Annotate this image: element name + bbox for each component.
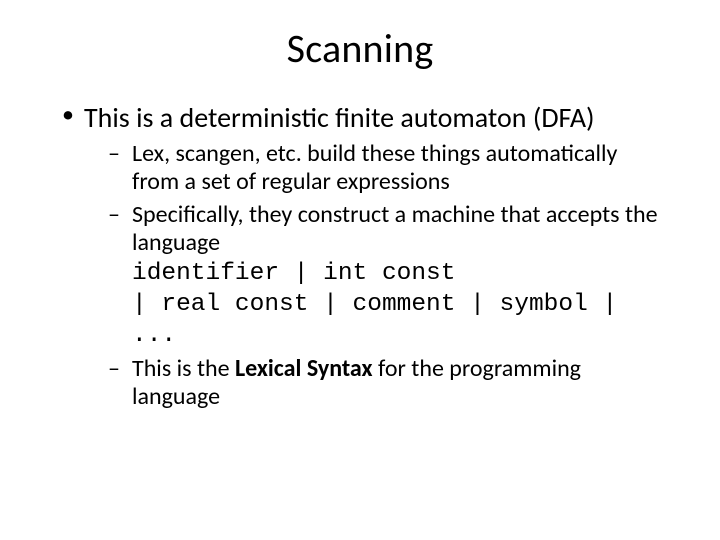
bullet-list-level2: Lex, scangen, etc. build these things au…: [108, 140, 662, 412]
code-language-spec: identifier | int const | real const | co…: [132, 259, 662, 351]
bullet-l2-construct: Specifically, they construct a machine t…: [108, 201, 662, 352]
bullet-l2-lex: Lex, scangen, etc. build these things au…: [108, 140, 662, 197]
bullet-l2-lexical-syntax: This is the Lexical Syntax for the progr…: [108, 355, 662, 412]
text-prefix: This is the: [132, 354, 235, 383]
slide: Scanning This is a deterministic finite …: [0, 0, 720, 540]
bullet-l2-text: Specifically, they construct a machine t…: [132, 200, 658, 257]
bullet-l1-text: This is a deterministic finite automaton…: [84, 100, 595, 135]
bullet-l2-text: Lex, scangen, etc. build these things au…: [132, 139, 617, 196]
bullet-l1-dfa: This is a deterministic finite automaton…: [58, 101, 662, 412]
bullet-list-level1: This is a deterministic finite automaton…: [58, 101, 662, 412]
slide-title: Scanning: [58, 24, 662, 73]
text-bold-lexical-syntax: Lexical Syntax: [235, 354, 373, 383]
